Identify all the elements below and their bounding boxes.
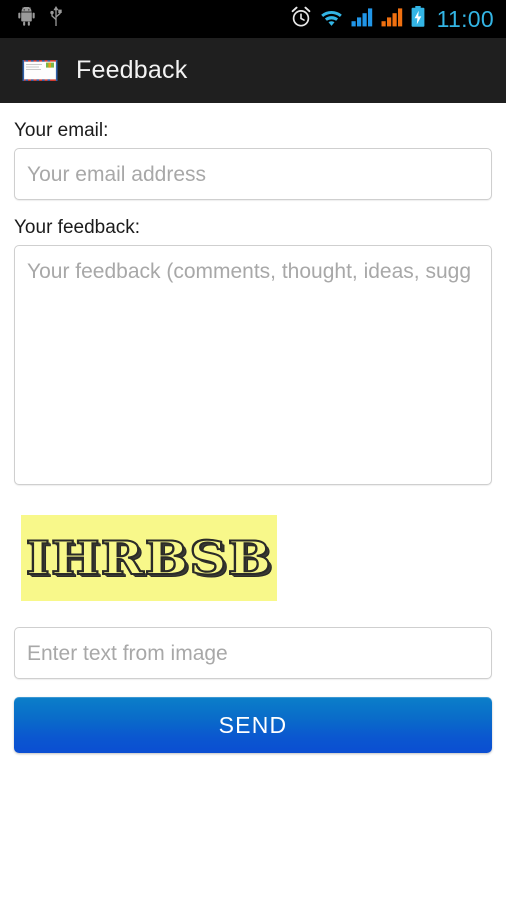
usb-icon xyxy=(49,6,63,32)
email-field[interactable]: Your email address xyxy=(14,148,492,200)
captcha-image-text: IHRBSB xyxy=(25,530,273,586)
android-debug-icon xyxy=(18,6,35,31)
captcha-image[interactable]: IHRBSB xyxy=(21,515,277,601)
battery-charging-icon xyxy=(411,6,425,32)
airmail-envelope-icon xyxy=(22,58,58,84)
status-bar-clock: 11:00 xyxy=(436,5,494,32)
status-bar-right-icons: 11:00 xyxy=(290,6,506,33)
status-bar-left-icons xyxy=(0,6,63,32)
form-content: Your email: Your email address Your feed… xyxy=(0,103,506,900)
captcha-input-placeholder: Enter text from image xyxy=(27,641,228,665)
page-title: Feedback xyxy=(76,56,188,84)
action-bar: Feedback xyxy=(0,38,506,103)
send-button-label: SEND xyxy=(218,711,288,738)
alarm-icon xyxy=(290,6,312,33)
signal-sim2-icon xyxy=(381,7,404,32)
captcha-input[interactable]: Enter text from image xyxy=(14,627,492,679)
email-placeholder: Your email address xyxy=(27,162,206,186)
feedback-textarea[interactable]: Your feedback (comments, thought, ideas,… xyxy=(14,245,492,485)
send-button[interactable]: SEND xyxy=(14,697,492,753)
feedback-placeholder: Your feedback (comments, thought, ideas,… xyxy=(27,260,471,283)
email-label: Your email: xyxy=(14,120,109,141)
feedback-screen: 11:00 Feedback Your email: Your email ad… xyxy=(0,0,506,900)
status-bar: 11:00 xyxy=(0,0,506,38)
feedback-label: Your feedback: xyxy=(14,217,141,238)
signal-sim1-icon xyxy=(351,7,374,32)
captcha-image-wrapper: IHRBSB xyxy=(21,515,506,601)
wifi-icon xyxy=(319,7,344,32)
